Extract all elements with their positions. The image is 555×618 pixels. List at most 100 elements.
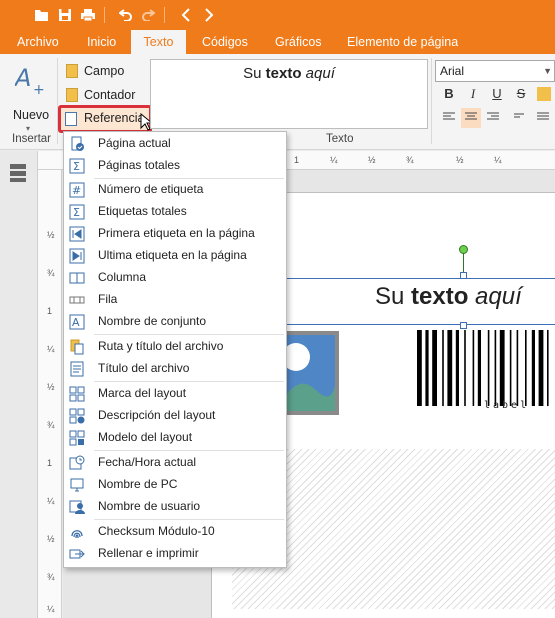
- strikethrough-icon[interactable]: S: [511, 84, 531, 104]
- preview-bold: texto: [265, 65, 302, 82]
- redo-icon[interactable]: [139, 6, 157, 24]
- preview-prefix: Su: [243, 65, 262, 82]
- barcode-bar: [525, 330, 527, 406]
- file-path-icon: [69, 339, 85, 355]
- new-text-button[interactable]: A + Nuevo ▾: [8, 62, 49, 133]
- svg-text:Σ: Σ: [73, 160, 80, 173]
- barcode-bar: [494, 330, 497, 406]
- row-icon: [69, 292, 85, 308]
- ruler-mark: ½: [47, 382, 55, 392]
- menu-item-checksum[interactable]: Checksum Módulo-10: [64, 521, 286, 543]
- ruler-mark: ¾: [47, 420, 55, 430]
- barcode-object[interactable]: [417, 330, 555, 408]
- tab-inicio[interactable]: Inicio: [78, 30, 125, 54]
- menu-item-modelo-del-layout[interactable]: Modelo del layout: [64, 427, 286, 449]
- menu-item-descripcion-del-layout[interactable]: Descripción del layout: [64, 405, 286, 427]
- ribbon-separator: [431, 58, 432, 144]
- referencia-label: Referencia: [84, 111, 145, 125]
- menu-separator: [94, 450, 284, 451]
- menu-item-nombre-de-conjunto[interactable]: A Nombre de conjunto: [64, 311, 286, 333]
- ruler-mark: ½: [368, 155, 376, 165]
- ruler-mark: ¼: [494, 155, 502, 165]
- italic-icon[interactable]: I: [463, 84, 483, 104]
- menu-item-fecha-hora-actual[interactable]: Fecha/Hora actual: [64, 452, 286, 474]
- menu-item-titulo-del-archivo[interactable]: Título del archivo: [64, 358, 286, 380]
- forward-arrow-icon[interactable]: [200, 6, 218, 24]
- back-arrow-icon[interactable]: [177, 6, 195, 24]
- svg-text:A: A: [72, 316, 80, 329]
- menu-item-nombre-de-pc[interactable]: Nombre de PC: [64, 474, 286, 496]
- ruler-mark: ½: [47, 534, 55, 544]
- ruler-mark: 1: [294, 155, 300, 165]
- menu-item-rellenar-e-imprimir[interactable]: Rellenar e imprimir: [64, 543, 286, 565]
- barcode-icon: [417, 330, 549, 406]
- page-check-icon: [69, 136, 85, 152]
- menu-item-marca-del-layout[interactable]: Marca del layout: [64, 383, 286, 405]
- preview-italic: aquí: [305, 65, 335, 82]
- menu-item-paginas-totales[interactable]: Σ Páginas totales: [64, 155, 286, 177]
- menu-item-fila[interactable]: Fila: [64, 289, 286, 311]
- ruler-mark: 1: [47, 458, 53, 468]
- tab-graficos[interactable]: Gráficos: [266, 30, 331, 54]
- resize-handle[interactable]: [460, 322, 467, 329]
- print-icon[interactable]: [79, 6, 97, 24]
- tab-elemento-de-pagina[interactable]: Elemento de página: [338, 30, 467, 54]
- barcode-caption: label: [484, 400, 530, 411]
- align-center-icon[interactable]: [461, 108, 481, 128]
- barcode-bar: [509, 330, 512, 406]
- resize-handle[interactable]: [460, 272, 467, 279]
- tab-archivo[interactable]: Archivo: [8, 30, 68, 54]
- align-right-icon[interactable]: [483, 108, 503, 128]
- layout-mark-icon: [69, 386, 85, 402]
- ruler-mark: ¼: [47, 496, 55, 506]
- fill-print-icon: [69, 546, 85, 562]
- layout-model-icon: [69, 430, 85, 446]
- bold-icon[interactable]: B: [439, 84, 459, 104]
- font-select[interactable]: Arial ▼: [435, 60, 555, 82]
- rotation-line: [463, 252, 464, 274]
- text-preview-box[interactable]: Su texto aquí: [150, 59, 428, 129]
- open-folder-icon[interactable]: [33, 6, 51, 24]
- save-icon[interactable]: [56, 6, 74, 24]
- menu-item-etiquetas-totales[interactable]: Σ Etiquetas totales: [64, 201, 286, 223]
- barcode-bar: [432, 330, 437, 406]
- barcode-bar: [472, 330, 475, 406]
- barcode-bar: [455, 330, 459, 406]
- menu-item-nombre-de-usuario[interactable]: Nombre de usuario: [64, 496, 286, 518]
- svg-text:Σ: Σ: [73, 206, 80, 219]
- paragraph-icon[interactable]: [533, 108, 553, 128]
- menu-item-columna[interactable]: Columna: [64, 267, 286, 289]
- align-left-icon[interactable]: [439, 108, 459, 128]
- last-icon: [69, 248, 85, 264]
- referencia-button[interactable]: Referencia: [58, 105, 152, 133]
- underline-icon[interactable]: U: [487, 84, 507, 104]
- barcode-bar: [442, 330, 444, 406]
- toolbar-separator: [104, 7, 105, 23]
- svg-text:#: #: [72, 184, 81, 197]
- chevron-down-icon: ▼: [543, 66, 552, 76]
- fingerprint-icon: [69, 524, 85, 540]
- layers-icon[interactable]: [9, 163, 27, 186]
- menu-separator: [94, 519, 284, 520]
- rotation-handle[interactable]: [459, 245, 468, 254]
- monitor-icon: [69, 477, 85, 493]
- set-icon: A: [69, 314, 85, 330]
- toolbar-separator: [164, 7, 165, 23]
- text-color-icon[interactable]: [537, 87, 551, 101]
- menu-separator: [94, 381, 284, 382]
- undo-icon[interactable]: [117, 6, 135, 24]
- menu-item-primera-etiqueta[interactable]: Primera etiqueta en la página: [64, 223, 286, 245]
- justify-icon[interactable]: [510, 108, 530, 128]
- barcode-bar: [516, 330, 519, 406]
- barcode-bar: [417, 330, 422, 406]
- menu-item-pagina-actual[interactable]: Página actual: [64, 133, 286, 155]
- text-object-selection[interactable]: Su texto aquí: [286, 278, 555, 325]
- menu-item-numero-de-etiqueta[interactable]: # Número de etiqueta: [64, 179, 286, 201]
- canvas-text-object: Su texto aquí: [375, 283, 522, 311]
- image-object[interactable]: [282, 331, 339, 415]
- tab-texto[interactable]: Texto: [131, 30, 186, 54]
- menu-item-ultima-etiqueta[interactable]: Ultima etiqueta en la página: [64, 245, 286, 267]
- menu-item-ruta-y-titulo[interactable]: Ruta y título del archivo: [64, 336, 286, 358]
- text-a-plus-icon: A +: [13, 64, 47, 99]
- tab-codigos[interactable]: Códigos: [193, 30, 257, 54]
